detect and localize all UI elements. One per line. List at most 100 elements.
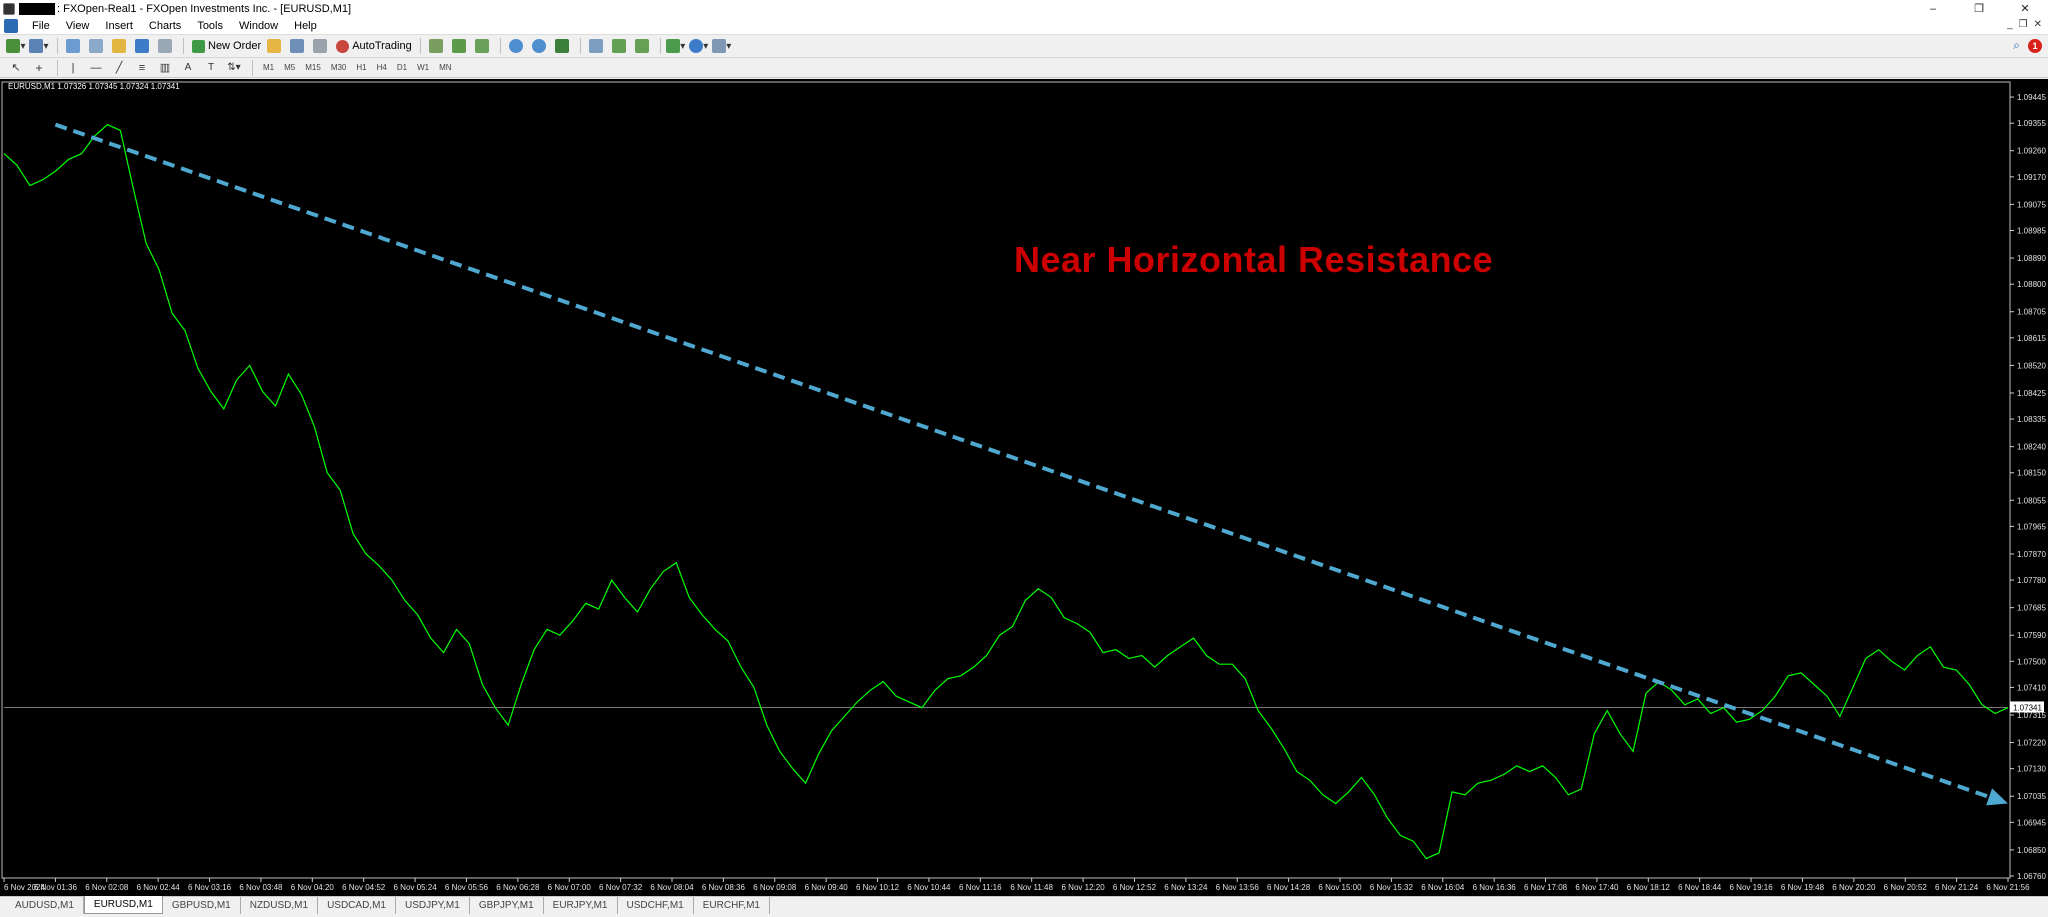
chart-shift-button[interactable]	[586, 37, 606, 55]
zoom-out-button[interactable]	[529, 37, 549, 55]
menu-view[interactable]: View	[58, 20, 98, 32]
clock-icon	[689, 39, 704, 53]
timeframe-m15[interactable]: M15	[300, 63, 326, 72]
strategy-tester-button[interactable]	[155, 37, 175, 55]
timeframe-h1[interactable]: H1	[351, 63, 371, 72]
notification-badge[interactable]: 1	[2028, 38, 2042, 53]
crosshair-button[interactable]: +	[29, 59, 49, 77]
insert-indicator-button[interactable]: ▾	[666, 37, 686, 55]
price-chart[interactable]: 1.09445 1.09355 1.09260 1.09170 1.09075 1.089…	[0, 79, 2048, 896]
timeframe-w1[interactable]: W1	[412, 63, 434, 72]
tab-gbpusd[interactable]: GBPUSD,M1	[162, 897, 241, 914]
time-axis-label: 6 Nov 16:36	[1473, 883, 1517, 892]
line-chart-button[interactable]	[472, 37, 492, 55]
mdi-minimize-icon[interactable]: _	[2007, 19, 2013, 30]
menu-window[interactable]: Window	[231, 20, 286, 32]
minimize-button[interactable]: –	[1910, 0, 1956, 17]
periods-button[interactable]: ▾	[689, 37, 709, 55]
autotrading-button[interactable]: AutoTrading	[333, 39, 415, 53]
profiles-button[interactable]: ▾	[29, 37, 49, 55]
time-axis-label: 6 Nov 20:52	[1884, 883, 1928, 892]
tab-eurjpy[interactable]: EURJPY,M1	[543, 897, 618, 914]
autotrading-icon	[336, 39, 350, 53]
title-bar: : FXOpen-Real1 - FXOpen Investments Inc.…	[0, 0, 2048, 17]
tab-audusd[interactable]: AUDUSD,M1	[6, 897, 84, 914]
timeframe-m1[interactable]: M1	[258, 63, 279, 72]
price-axis-label: 1.09075	[2017, 200, 2046, 209]
text-button[interactable]: A	[178, 59, 198, 77]
mdi-close-icon[interactable]: ✕	[2034, 19, 2042, 30]
timeframe-h4[interactable]: H4	[372, 63, 392, 72]
trendline-button[interactable]: ╱	[109, 59, 129, 77]
navigator-button[interactable]	[109, 37, 129, 55]
candlestick-button[interactable]	[449, 37, 469, 55]
menu-help[interactable]: Help	[286, 20, 325, 32]
templates-button[interactable]: ▾	[712, 37, 732, 55]
new-order-icon	[192, 39, 205, 53]
time-axis-label: 6 Nov 19:16	[1730, 883, 1774, 892]
timeframe-m5[interactable]: M5	[279, 63, 300, 72]
close-button[interactable]: ✕	[2002, 0, 2048, 17]
time-axis-label: 6 Nov 21:24	[1935, 883, 1979, 892]
timeframe-mn[interactable]: MN	[434, 63, 456, 72]
text-label-button[interactable]: T	[201, 59, 221, 77]
menu-insert[interactable]: Insert	[97, 20, 141, 32]
arrows-button[interactable]: ⇅▾	[224, 59, 244, 77]
vps-button[interactable]	[310, 37, 330, 55]
tab-usdchf[interactable]: USDCHF,M1	[617, 897, 694, 914]
menu-tools[interactable]: Tools	[189, 20, 231, 32]
toolbar-separator	[659, 38, 661, 54]
mdi-restore-icon[interactable]: ❐	[2019, 19, 2028, 30]
price-axis-label: 1.07220	[2017, 739, 2046, 748]
time-axis-label: 6 Nov 13:24	[1164, 883, 1208, 892]
new-chart-button[interactable]: ▾	[6, 37, 26, 55]
menu-file[interactable]: File	[24, 20, 58, 32]
terminal-button[interactable]	[132, 37, 152, 55]
price-axis-label: 1.09445	[2017, 93, 2046, 102]
tab-nzdusd[interactable]: NZDUSD,M1	[240, 897, 319, 914]
horizontal-line-button[interactable]: —	[86, 59, 106, 77]
signals-button[interactable]	[287, 37, 307, 55]
autoscroll-icon	[611, 39, 626, 53]
profiles-icon	[29, 39, 44, 53]
document-icon[interactable]	[4, 18, 18, 33]
redacted-account	[19, 2, 55, 15]
market-watch-button[interactable]	[63, 37, 83, 55]
search-area: ⌕ 1	[2013, 38, 2042, 53]
autoscroll-button[interactable]	[609, 37, 629, 55]
indicators-button[interactable]	[632, 37, 652, 55]
text-icon: A	[184, 62, 192, 73]
tab-usdjpy[interactable]: USDJPY,M1	[395, 897, 470, 914]
price-axis-label: 1.08150	[2017, 469, 2046, 478]
search-icon[interactable]: ⌕	[2013, 38, 2020, 53]
tab-gbpjpy[interactable]: GBPJPY,M1	[469, 897, 544, 914]
price-axis-label: 1.07035	[2017, 792, 2046, 801]
fibonacci-button[interactable]: ▥	[155, 59, 175, 77]
tab-usdcad[interactable]: USDCAD,M1	[318, 897, 396, 914]
price-axis-label: 1.06945	[2017, 818, 2046, 827]
dropdown-arrow-icon: ▾	[703, 40, 709, 52]
time-axis-label: 6 Nov 03:16	[188, 883, 232, 892]
toolbar-separator	[252, 59, 253, 76]
tab-eurusd[interactable]: EURUSD,M1	[83, 896, 163, 914]
metaeditor-button[interactable]	[264, 37, 284, 55]
zoom-in-button[interactable]	[506, 37, 526, 55]
restore-button[interactable]: ❐	[1956, 0, 2002, 17]
data-window-button[interactable]	[86, 37, 106, 55]
new-order-button[interactable]: New Order	[189, 39, 264, 53]
channel-button[interactable]: ≡	[132, 59, 152, 77]
timeframe-d1[interactable]: D1	[392, 63, 412, 72]
tab-eurchf[interactable]: EURCHF,M1	[693, 897, 770, 914]
autotrading-label: AutoTrading	[352, 40, 412, 52]
current-price-label: 1.07341	[2013, 703, 2042, 712]
bar-chart-button[interactable]	[426, 37, 446, 55]
timeframe-m30[interactable]: M30	[326, 63, 352, 72]
tile-windows-button[interactable]	[552, 37, 572, 55]
tile-windows-icon	[554, 39, 569, 53]
vertical-line-button[interactable]: |	[63, 59, 83, 77]
chart-window[interactable]: 1.09445 1.09355 1.09260 1.09170 1.09075 1.089…	[0, 79, 2048, 896]
menu-charts[interactable]: Charts	[141, 20, 189, 32]
time-axis-label: 6 Nov 15:32	[1370, 883, 1414, 892]
price-axis-label: 1.08890	[2017, 254, 2046, 263]
cursor-button[interactable]: ↖	[6, 59, 26, 77]
